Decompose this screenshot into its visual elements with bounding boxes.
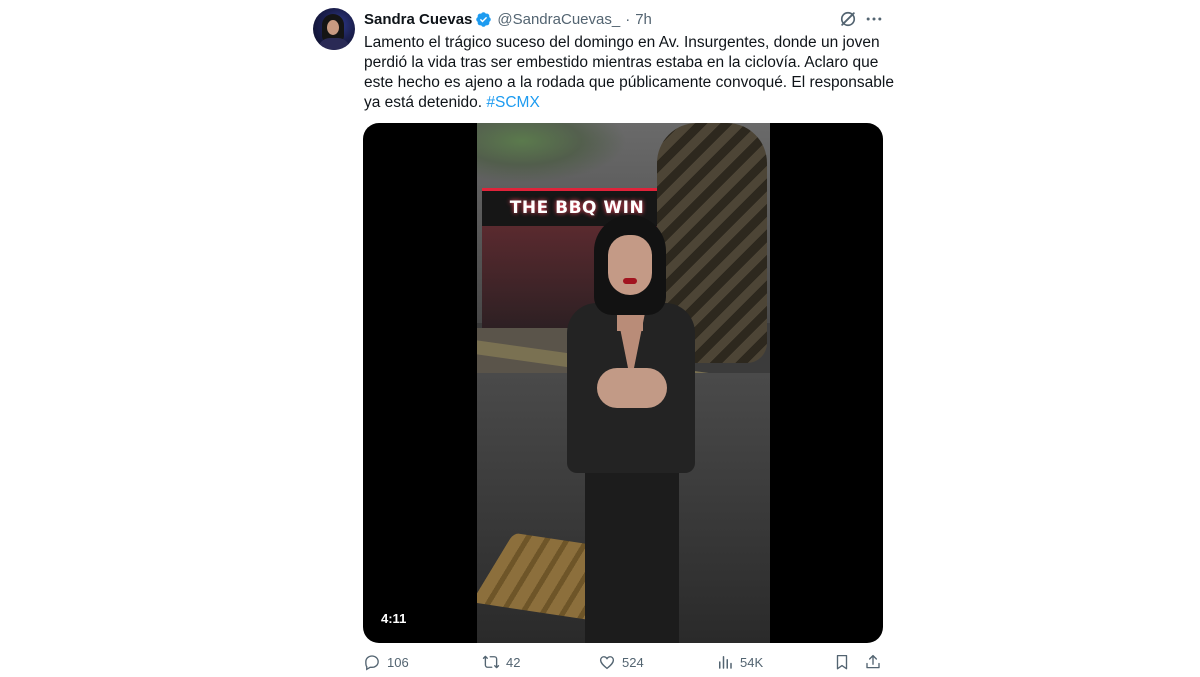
tweet-header: Sandra Cuevas @SandraCuevas_ · 7h (364, 9, 652, 29)
reply-button[interactable]: 106 (363, 653, 409, 671)
display-name[interactable]: Sandra Cuevas (364, 11, 472, 28)
timestamp[interactable]: 7h (635, 11, 652, 28)
sign-text: THE BBQ WIN (509, 198, 645, 218)
more-icon[interactable] (863, 9, 885, 29)
hashtag-link[interactable]: #SCMX (486, 94, 539, 111)
repost-count: 42 (506, 654, 521, 670)
bookmark-button[interactable] (833, 653, 857, 671)
views-button[interactable]: 54K (716, 653, 763, 671)
like-count: 524 (622, 654, 644, 670)
avatar[interactable] (313, 8, 355, 50)
like-button[interactable]: 524 (598, 653, 644, 671)
tweet: Sandra Cuevas @SandraCuevas_ · 7h Lament… (0, 0, 1200, 676)
repost-icon (482, 655, 500, 669)
share-icon (866, 654, 880, 669)
reply-icon (365, 655, 379, 671)
verified-badge-icon (476, 11, 492, 27)
repost-button[interactable]: 42 (482, 653, 520, 671)
video-duration: 4:11 (375, 609, 413, 628)
like-icon (599, 656, 615, 670)
bookmark-icon (836, 654, 848, 670)
views-count: 54K (740, 654, 764, 670)
reply-count: 106 (387, 654, 409, 670)
views-icon (719, 656, 732, 669)
separator-dot: · (625, 10, 631, 28)
tweet-text: Lamento el trágico suceso del domingo en… (364, 33, 894, 113)
tweet-body: Lamento el trágico suceso del domingo en… (364, 34, 894, 111)
person-face (608, 235, 652, 295)
video-player[interactable]: THE BBQ WIN 4:11 (363, 123, 883, 643)
handle[interactable]: @SandraCuevas_ (497, 11, 620, 28)
video-thumbnail[interactable]: THE BBQ WIN (477, 123, 770, 643)
share-button[interactable] (864, 653, 888, 671)
action-bar: 106 42 524 54K (0, 653, 1200, 677)
grok-icon[interactable] (838, 9, 858, 29)
